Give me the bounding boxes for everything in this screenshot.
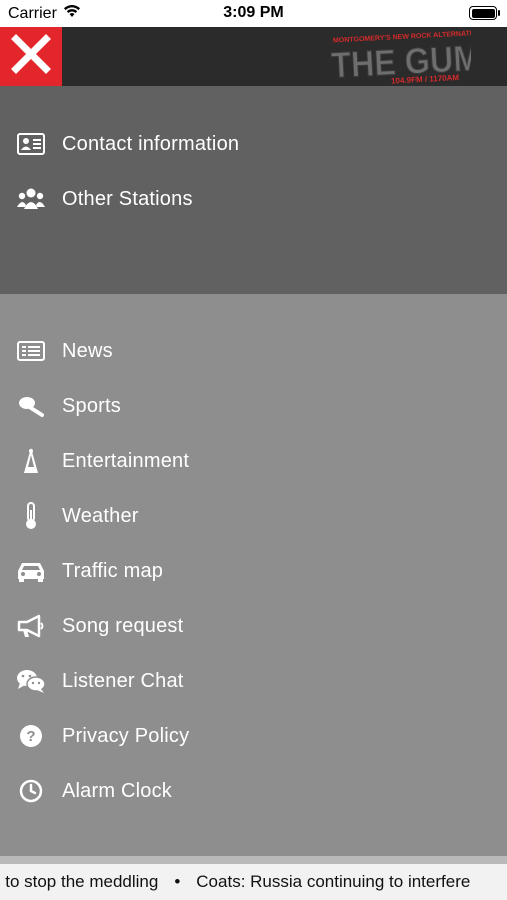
station-logo: MONTGOMERY'S NEW ROCK ALTERNATIVE THE GU… xyxy=(330,29,504,87)
chat-icon xyxy=(16,666,46,696)
main-menu: News Sports Entertainment Weather Traffi… xyxy=(0,294,507,856)
menu-item-label: Song request xyxy=(62,614,184,637)
menu-item-weather[interactable]: Weather xyxy=(0,492,507,540)
menu-item-alarm-clock[interactable]: Alarm Clock xyxy=(0,767,507,815)
close-button[interactable] xyxy=(0,27,62,86)
menu-item-label: Privacy Policy xyxy=(62,724,190,747)
car-icon xyxy=(16,556,46,586)
sports-icon xyxy=(16,391,46,421)
svg-text:?: ? xyxy=(26,728,35,745)
users-icon xyxy=(16,184,46,214)
battery-icon xyxy=(469,6,500,20)
menu-item-contact-information[interactable]: Contact information xyxy=(0,120,507,168)
menu-item-news[interactable]: News xyxy=(0,327,507,375)
megaphone-icon xyxy=(16,611,46,641)
account-section: Contact information Other Stations xyxy=(0,86,507,294)
entertainment-icon xyxy=(16,446,46,476)
menu-item-privacy-policy[interactable]: ? Privacy Policy xyxy=(0,712,507,760)
clock-icon xyxy=(16,776,46,806)
close-icon xyxy=(11,34,51,79)
menu-item-label: News xyxy=(62,339,113,362)
ticker-headline[interactable]: Coats: Russia continuing to interfere xyxy=(196,872,470,892)
menu-item-other-stations[interactable]: Other Stations xyxy=(0,175,507,223)
status-bar: Carrier 3:09 PM xyxy=(0,0,507,27)
ticker-headline[interactable]: s to stop the meddling xyxy=(0,872,158,892)
menu-item-traffic-map[interactable]: Traffic map xyxy=(0,547,507,595)
thermometer-icon xyxy=(16,501,46,531)
top-header: MONTGOMERY'S NEW ROCK ALTERNATIVE THE GU… xyxy=(0,27,507,87)
menu-item-entertainment[interactable]: Entertainment xyxy=(0,437,507,485)
menu-item-label: Entertainment xyxy=(62,449,190,472)
menu-item-label: Weather xyxy=(62,504,139,527)
ticker-track: s to stop the meddling • Coats: Russia c… xyxy=(0,872,470,892)
ticker-divider xyxy=(0,856,507,864)
menu-item-sports[interactable]: Sports xyxy=(0,382,507,430)
newspaper-icon xyxy=(16,336,46,366)
menu-item-label: Other Stations xyxy=(62,187,193,210)
question-icon: ? xyxy=(16,721,46,751)
menu-item-label: Sports xyxy=(62,394,122,417)
ticker-separator: • xyxy=(174,872,181,891)
menu-item-label: Listener Chat xyxy=(62,669,184,692)
menu-item-listener-chat[interactable]: Listener Chat xyxy=(0,657,507,705)
contact-card-icon xyxy=(16,129,46,159)
menu-item-label: Contact information xyxy=(62,132,240,155)
menu-item-song-request[interactable]: Song request xyxy=(0,602,507,650)
menu-item-label: Alarm Clock xyxy=(62,779,172,802)
news-ticker[interactable]: s to stop the meddling • Coats: Russia c… xyxy=(0,864,507,900)
menu-item-label: Traffic map xyxy=(62,559,164,582)
status-time: 3:09 PM xyxy=(223,4,284,21)
